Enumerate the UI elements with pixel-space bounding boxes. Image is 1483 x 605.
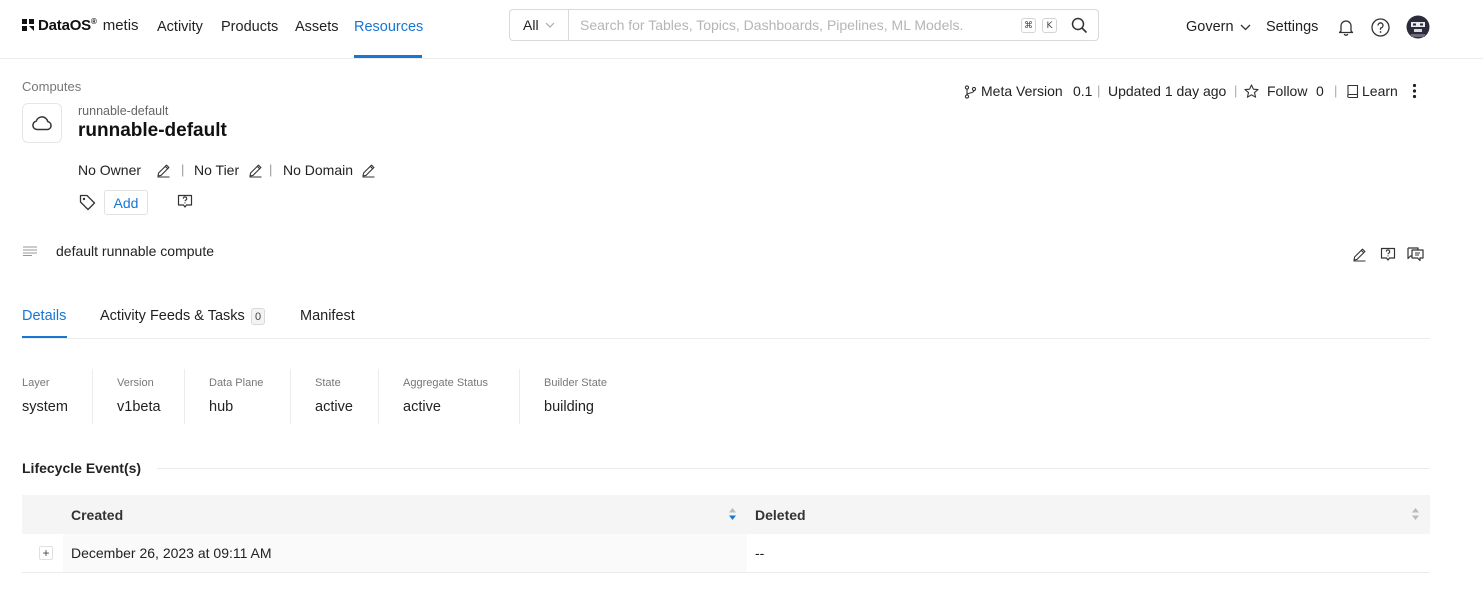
chevron-down-icon [545, 22, 554, 28]
cell-deleted: -- [755, 545, 765, 561]
tag-icon [79, 194, 96, 211]
edit-tier-icon[interactable] [248, 163, 263, 178]
nav-item-resources[interactable]: Resources [354, 19, 423, 35]
top-navigation-bar: DataOS® metis Activity Products Assets R… [0, 0, 1483, 59]
help-icon[interactable] [1371, 18, 1390, 37]
settings-link[interactable]: Settings [1266, 19, 1318, 35]
tab-manifest[interactable]: Manifest [300, 308, 355, 324]
property-label-builder-state: Builder State [544, 377, 607, 389]
page-title: runnable-default [78, 120, 227, 141]
property-divider [92, 369, 93, 424]
logo-text: DataOS® [38, 17, 97, 34]
shortcut-cmd-key: ⌘ [1021, 18, 1036, 33]
property-divider [378, 369, 379, 424]
search-input[interactable]: Search for Tables, Topics, Dashboards, P… [580, 17, 1000, 33]
active-nav-indicator [354, 55, 422, 58]
logo-subtitle: metis [102, 17, 139, 34]
book-icon[interactable] [1346, 84, 1359, 99]
nav-item-products[interactable]: Products [221, 19, 278, 35]
property-value-layer: system [22, 399, 68, 415]
divider: | [1234, 83, 1238, 98]
property-divider [184, 369, 185, 424]
logo[interactable]: DataOS® metis [22, 17, 139, 34]
property-divider [290, 369, 291, 424]
activity-count-badge: 0 [251, 308, 265, 325]
tier-value: No Tier [194, 162, 240, 178]
follow-button[interactable]: Follow [1267, 83, 1307, 99]
lifecycle-section-title: Lifecycle Event(s) [22, 460, 142, 476]
divider: | [181, 162, 185, 177]
owner-value: No Owner [78, 162, 142, 178]
property-value-builder-state: building [544, 399, 594, 415]
sort-icon[interactable] [1411, 507, 1420, 521]
search-scope-value: All [523, 17, 539, 33]
property-value-state: active [315, 399, 353, 415]
description-text: default runnable compute [56, 243, 214, 259]
add-tag-button[interactable]: Add [104, 190, 148, 215]
edit-owner-icon[interactable] [156, 163, 171, 178]
property-label-layer: Layer [22, 377, 50, 389]
section-divider [157, 468, 1430, 469]
chevron-down-icon [1240, 24, 1251, 30]
property-value-data-plane: hub [209, 399, 234, 415]
divider: | [1097, 83, 1101, 98]
govern-menu[interactable]: Govern [1186, 19, 1251, 35]
property-label-aggregate-status: Aggregate Status [403, 377, 489, 389]
divider: | [1334, 83, 1338, 98]
git-branch-icon [964, 85, 977, 99]
property-value-aggregate-status: active [403, 399, 441, 415]
bell-icon[interactable] [1338, 18, 1354, 36]
star-icon[interactable] [1244, 84, 1259, 99]
global-search: All Search for Tables, Topics, Dashboard… [509, 9, 1099, 41]
divider: | [269, 162, 273, 177]
breadcrumb[interactable]: Computes [22, 79, 81, 94]
meta-version-label[interactable]: Meta Version [981, 83, 1063, 99]
column-header-created[interactable]: Created [71, 507, 123, 523]
nav-item-activity[interactable]: Activity [157, 19, 203, 35]
domain-value: No Domain [283, 162, 354, 178]
learn-link[interactable]: Learn [1362, 83, 1398, 99]
description-icon [23, 246, 37, 256]
follow-count: 0 [1316, 83, 1324, 99]
property-value-version: v1beta [117, 399, 161, 415]
entity-fqn: runnable-default [78, 104, 169, 118]
property-label-data-plane: Data Plane [209, 377, 264, 389]
updated-text: Updated 1 day ago [1108, 83, 1227, 99]
column-header-deleted[interactable]: Deleted [755, 507, 806, 523]
request-tags-icon[interactable] [177, 194, 193, 209]
govern-label: Govern [1186, 19, 1234, 35]
table-header [22, 495, 1430, 534]
entity-icon-container [22, 103, 62, 143]
expand-row-button[interactable]: + [39, 546, 53, 560]
sort-icon[interactable] [728, 507, 737, 521]
search-icon[interactable] [1071, 17, 1088, 34]
edit-domain-icon[interactable] [361, 163, 376, 178]
property-divider [519, 369, 520, 424]
avatar[interactable] [1406, 15, 1430, 39]
meta-version-value[interactable]: 0.1 [1073, 83, 1092, 99]
cloud-icon [32, 116, 52, 131]
dataos-logo-icon [22, 19, 34, 31]
cell-created: December 26, 2023 at 09:11 AM [71, 545, 272, 561]
edit-description-icon[interactable] [1352, 247, 1367, 262]
conversation-icon[interactable] [1407, 247, 1424, 262]
request-description-icon[interactable] [1380, 247, 1396, 262]
search-scope-select[interactable]: All [510, 10, 569, 40]
more-options-icon[interactable] [1412, 83, 1417, 99]
shortcut-k-key: K [1042, 18, 1057, 33]
nav-item-assets[interactable]: Assets [295, 19, 339, 35]
property-label-state: State [315, 377, 341, 389]
tab-activity-feeds[interactable]: Activity Feeds & Tasks [100, 308, 245, 324]
tab-divider [22, 338, 1430, 339]
tab-details[interactable]: Details [22, 308, 66, 324]
property-label-version: Version [117, 377, 154, 389]
